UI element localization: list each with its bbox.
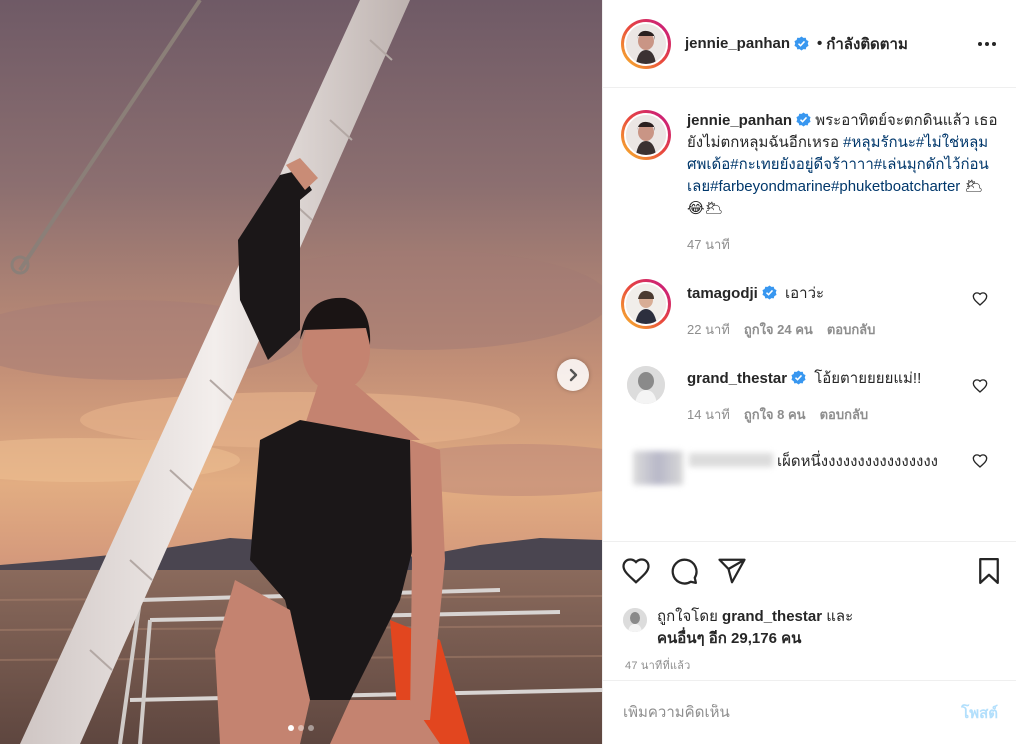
comment-username[interactable]: grand_thestar [687,370,787,387]
caption-body: jennie_panhan พระอาทิตย์จะตกดินแล้ว เธอย… [687,110,998,255]
avatar-image [627,366,665,404]
action-bar [603,542,1016,602]
carousel-dot [298,725,304,731]
blurred-username [689,453,773,467]
like-heart-icon[interactable] [621,556,651,586]
comments-section: jennie_panhan พระอาทิตย์จะตกดินแล้ว เธอย… [603,88,1016,542]
comment-text: tamagodji เอาว่ะ [687,283,998,305]
comment-meta: 14 นาที ถูกใจ 8 คน ตอบกลับ [687,404,998,425]
post-timestamp[interactable]: 47 นาทีที่แล้ว [603,650,1016,674]
header-separator: • [817,35,823,52]
caption-username[interactable]: jennie_panhan [687,112,792,129]
carousel-dot [308,725,314,731]
reply-button[interactable]: ตอบกลับ [820,404,869,425]
verified-badge-icon [796,112,811,127]
post-comment-button[interactable]: โพสต์ [961,701,998,725]
comment-likes[interactable]: ถูกใจ 8 คน [744,404,806,425]
likes-prefix: ถูกใจโดย [657,608,718,625]
caption: jennie_panhan พระอาทิตย์จะตกดินแล้ว เธอย… [621,110,998,255]
like-comment-heart-icon[interactable] [972,378,988,394]
reply-button[interactable]: ตอบกลับ [827,319,876,340]
comment-body: เผ็ดหนึ่งงงงงงงงงงงงงงงง [689,451,998,495]
comment-input[interactable] [623,704,962,721]
caption-avatar-ring[interactable] [621,110,671,160]
verified-badge-icon [762,285,777,300]
liker-avatar[interactable] [623,608,647,632]
verified-badge-icon [794,36,809,51]
caption-text: jennie_panhan พระอาทิตย์จะตกดินแล้ว เธอย… [687,110,998,220]
post-photo[interactable] [0,0,602,744]
avatar [624,21,668,66]
avatar [624,113,668,157]
comment-text: grand_thestar โอ้ยตายยยยแม่!! [687,368,998,390]
blur-mask [633,451,683,485]
comment-meta: 22 นาที ถูกใจ 24 คน ตอบกลับ [687,319,998,340]
sunset-boat-photo [0,0,602,744]
share-paper-plane-icon[interactable] [717,556,747,586]
comment-text: เผ็ดหนึ่งงงงงงงงงงงงงงงง [689,451,998,473]
hashtag-link[interactable]: #phuketboatcharter [831,178,960,195]
avatar-image [626,23,666,64]
more-horizontal-icon [978,41,982,46]
liked-by: ถูกใจโดย grand_thestar และ คนอื่นๆ อีก 2… [603,602,1016,650]
instagram-post: jennie_panhan • กำลังติดตาม jennie_panha… [0,0,1016,744]
likes-count-link[interactable]: คนอื่นๆ อีก 29,176 คน [657,630,801,647]
avatar-image [623,608,647,632]
comment-body: grand_thestar โอ้ยตายยยยแม่!! 14 นาที ถู… [687,366,998,425]
blurred-avatar [621,451,683,495]
avatar [624,282,668,326]
comment-likes[interactable]: ถูกใจ 24 คน [744,319,813,340]
author-avatar-ring[interactable] [621,18,671,69]
caption-meta: 47 นาที [687,234,998,255]
dot [985,41,989,46]
post-header: jennie_panhan • กำลังติดตาม [603,0,1016,88]
author-username[interactable]: jennie_panhan [685,35,790,52]
comment-message: เผ็ดหนึ่งงงงงงงงงงงงงงงง [777,453,938,470]
avatar-image [626,284,666,324]
hashtag-link[interactable]: #กะเทยยังอยู่ดีจร้าาาา [730,156,873,173]
dot [992,41,996,46]
comment-bubble-icon[interactable] [669,556,699,586]
hashtag-link[interactable]: #farbeyondmarine [710,178,831,195]
comment-item: เผ็ดหนึ่งงงงงงงงงงงงงงงง [621,451,998,495]
comment-avatar[interactable] [627,366,665,404]
comment-item: grand_thestar โอ้ยตายยยยแม่!! 14 นาที ถู… [621,366,998,425]
liker-username[interactable]: grand_thestar [722,608,822,625]
comment-body: tamagodji เอาว่ะ 22 นาที ถูกใจ 24 คน ตอบ… [687,279,998,340]
likes-summary: ถูกใจโดย grand_thestar และ คนอื่นๆ อีก 2… [657,606,853,650]
verified-badge-icon [791,370,806,385]
caption-time[interactable]: 47 นาที [687,234,730,255]
like-comment-heart-icon[interactable] [972,291,988,307]
comment-username[interactable]: tamagodji [687,285,758,302]
add-comment-bar: โพสต์ [603,680,1016,744]
comment-time[interactable]: 22 นาที [687,319,730,340]
comment-message: เอาว่ะ [785,285,825,302]
comment-time[interactable]: 14 นาที [687,404,730,425]
comment-item: tamagodji เอาว่ะ 22 นาที ถูกใจ 24 คน ตอบ… [621,279,998,340]
like-comment-heart-icon[interactable] [972,453,988,469]
more-options-button[interactable] [978,41,996,46]
post-side-panel: jennie_panhan • กำลังติดตาม jennie_panha… [602,0,1016,744]
carousel-indicator [0,725,602,731]
hashtag-link[interactable]: #หลุมรักนะ [843,134,916,151]
avatar-image [626,115,666,155]
likes-conjunction: และ [826,608,854,625]
carousel-dot [288,725,294,731]
next-slide-button[interactable] [557,359,589,391]
comment-avatar-ring[interactable] [621,279,671,329]
chevron-right-icon [569,368,578,382]
following-button[interactable]: กำลังติดตาม [826,32,908,56]
comment-message: โอ้ยตายยยยแม่!! [814,370,922,387]
bookmark-icon[interactable] [974,556,1004,586]
header-user: jennie_panhan • กำลังติดตาม [685,32,908,56]
